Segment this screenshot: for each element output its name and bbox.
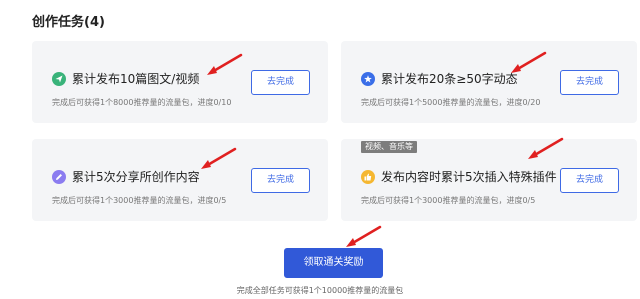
- task-card: 累计5次分享所创作内容 完成后可获得1个3000推荐量的流量包，进度0/5 去完…: [32, 139, 328, 221]
- pencil-icon: [52, 170, 66, 184]
- task-title: 累计5次分享所创作内容: [72, 170, 200, 184]
- task-description: 完成后可获得1个3000推荐量的流量包，进度0/5: [52, 196, 227, 205]
- send-icon: [52, 72, 66, 86]
- task-card: 视频、音乐等 发布内容时累计5次插入特殊插件 完成后可获得1个3000推荐量的流…: [341, 139, 637, 221]
- task-title: 发布内容时累计5次插入特殊插件: [381, 170, 557, 184]
- plugin-type-tag: 视频、音乐等: [361, 141, 417, 153]
- annotation-arrow-icon: [346, 225, 382, 247]
- task-description: 完成后可获得1个3000推荐量的流量包，进度0/5: [361, 196, 536, 205]
- task-card: 累计发布10篇图文/视频 完成后可获得1个8000推荐量的流量包，进度0/10 …: [32, 41, 328, 123]
- go-complete-button[interactable]: 去完成: [251, 168, 310, 193]
- annotation-arrow-icon: [528, 137, 564, 159]
- go-complete-button[interactable]: 去完成: [251, 70, 310, 95]
- task-title: 累计发布10篇图文/视频: [72, 72, 200, 86]
- annotation-arrow-icon: [201, 147, 237, 169]
- section-title: 创作任务(4): [32, 15, 105, 30]
- task-description: 完成后可获得1个8000推荐量的流量包，进度0/10: [52, 98, 232, 107]
- task-title: 累计发布20条≥50字动态: [381, 72, 518, 86]
- star-icon: [361, 72, 375, 86]
- annotation-arrow-icon: [511, 51, 547, 73]
- annotation-arrow-icon: [207, 53, 243, 75]
- task-card: 累计发布20条≥50字动态 完成后可获得1个5000推荐量的流量包，进度0/20…: [341, 41, 637, 123]
- task-description: 完成后可获得1个5000推荐量的流量包，进度0/20: [361, 98, 541, 107]
- thumbs-up-icon: [361, 170, 375, 184]
- go-complete-button[interactable]: 去完成: [560, 70, 619, 95]
- claim-reward-button[interactable]: 领取通关奖励: [284, 248, 383, 278]
- go-complete-button[interactable]: 去完成: [560, 168, 619, 193]
- claim-reward-note: 完成全部任务可获得1个10000推荐量的流量包: [236, 286, 404, 295]
